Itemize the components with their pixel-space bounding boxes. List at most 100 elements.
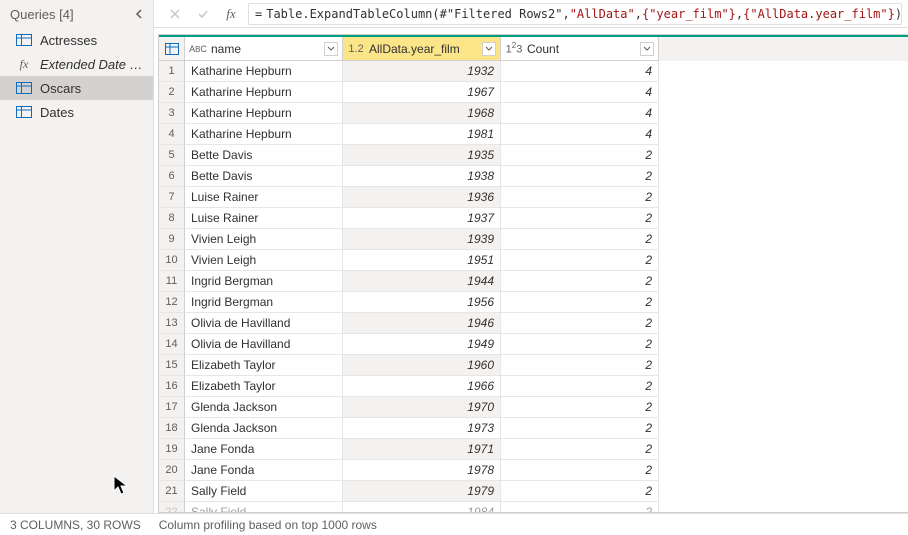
cell-year[interactable]: 1932	[343, 61, 501, 82]
cell-year[interactable]: 1951	[343, 250, 501, 271]
row-number[interactable]: 12	[159, 292, 185, 313]
cell-count[interactable]: 2	[501, 145, 659, 166]
cell-year[interactable]: 1984	[343, 502, 501, 513]
row-number[interactable]: 18	[159, 418, 185, 439]
select-all-corner[interactable]	[159, 37, 185, 61]
cell-name[interactable]: Bette Davis	[185, 145, 343, 166]
formula-cancel-button[interactable]	[164, 3, 186, 25]
formula-input[interactable]: = Table.ExpandTableColumn(#"Filtered Row…	[248, 3, 902, 25]
cell-count[interactable]: 4	[501, 103, 659, 124]
cell-year[interactable]: 1956	[343, 292, 501, 313]
cell-name[interactable]: Vivien Leigh	[185, 250, 343, 271]
cell-year[interactable]: 1978	[343, 460, 501, 481]
sidebar-collapse-button[interactable]	[131, 6, 147, 22]
cell-count[interactable]: 2	[501, 313, 659, 334]
cell-name[interactable]: Olivia de Havilland	[185, 334, 343, 355]
column-type-icon[interactable]: ABC	[189, 44, 207, 54]
cell-count[interactable]: 2	[501, 334, 659, 355]
table-row[interactable]: 7Luise Rainer19362	[159, 187, 908, 208]
row-number[interactable]: 15	[159, 355, 185, 376]
row-number[interactable]: 8	[159, 208, 185, 229]
row-number[interactable]: 2	[159, 82, 185, 103]
cell-name[interactable]: Ingrid Bergman	[185, 271, 343, 292]
cell-year[interactable]: 1938	[343, 166, 501, 187]
cell-name[interactable]: Ingrid Bergman	[185, 292, 343, 313]
row-number[interactable]: 1	[159, 61, 185, 82]
cell-year[interactable]: 1960	[343, 355, 501, 376]
cell-count[interactable]: 2	[501, 208, 659, 229]
table-row[interactable]: 18Glenda Jackson19732	[159, 418, 908, 439]
cell-count[interactable]: 2	[501, 271, 659, 292]
column-filter-button[interactable]	[640, 42, 654, 56]
cell-name[interactable]: Sally Field	[185, 502, 343, 513]
table-row[interactable]: 21Sally Field19792	[159, 481, 908, 502]
column-header-alldata-year-film[interactable]: 1.2AllData.year_film	[343, 37, 501, 61]
cell-year[interactable]: 1970	[343, 397, 501, 418]
cell-name[interactable]: Katharine Hepburn	[185, 124, 343, 145]
formula-commit-button[interactable]	[192, 3, 214, 25]
sidebar-item-dates[interactable]: Dates	[0, 100, 153, 124]
table-row[interactable]: 10Vivien Leigh19512	[159, 250, 908, 271]
table-row[interactable]: 13Olivia de Havilland19462	[159, 313, 908, 334]
cell-year[interactable]: 1979	[343, 481, 501, 502]
column-type-icon[interactable]: 1.2	[347, 43, 365, 55]
cell-name[interactable]: Bette Davis	[185, 166, 343, 187]
row-number[interactable]: 16	[159, 376, 185, 397]
table-row[interactable]: 9Vivien Leigh19392	[159, 229, 908, 250]
row-number[interactable]: 3	[159, 103, 185, 124]
cell-count[interactable]: 2	[501, 502, 659, 513]
table-row[interactable]: 8Luise Rainer19372	[159, 208, 908, 229]
row-number[interactable]: 13	[159, 313, 185, 334]
table-row[interactable]: 14Olivia de Havilland19492	[159, 334, 908, 355]
cell-count[interactable]: 4	[501, 82, 659, 103]
cell-year[interactable]: 1973	[343, 418, 501, 439]
row-number[interactable]: 14	[159, 334, 185, 355]
row-number[interactable]: 21	[159, 481, 185, 502]
table-row[interactable]: 16Elizabeth Taylor19662	[159, 376, 908, 397]
column-filter-button[interactable]	[482, 42, 496, 56]
cell-year[interactable]: 1949	[343, 334, 501, 355]
cell-year[interactable]: 1935	[343, 145, 501, 166]
cell-count[interactable]: 2	[501, 355, 659, 376]
cell-name[interactable]: Katharine Hepburn	[185, 103, 343, 124]
sidebar-item-extended-date-table[interactable]: fxExtended Date Table	[0, 52, 153, 76]
cell-year[interactable]: 1944	[343, 271, 501, 292]
table-row[interactable]: 2Katharine Hepburn19674	[159, 82, 908, 103]
fx-button[interactable]: fx	[220, 3, 242, 25]
cell-name[interactable]: Olivia de Havilland	[185, 313, 343, 334]
cell-count[interactable]: 2	[501, 292, 659, 313]
cell-name[interactable]: Elizabeth Taylor	[185, 376, 343, 397]
row-number[interactable]: 10	[159, 250, 185, 271]
cell-count[interactable]: 2	[501, 460, 659, 481]
column-type-icon[interactable]: 123	[505, 41, 523, 56]
row-number[interactable]: 20	[159, 460, 185, 481]
cell-year[interactable]: 1936	[343, 187, 501, 208]
row-number[interactable]: 6	[159, 166, 185, 187]
cell-year[interactable]: 1946	[343, 313, 501, 334]
row-number[interactable]: 7	[159, 187, 185, 208]
column-filter-button[interactable]	[324, 42, 338, 56]
row-number[interactable]: 11	[159, 271, 185, 292]
table-row[interactable]: 22Sally Field19842	[159, 502, 908, 513]
cell-count[interactable]: 2	[501, 187, 659, 208]
column-header-count[interactable]: 123Count	[501, 37, 659, 61]
row-number[interactable]: 9	[159, 229, 185, 250]
cell-name[interactable]: Katharine Hepburn	[185, 61, 343, 82]
table-row[interactable]: 19Jane Fonda19712	[159, 439, 908, 460]
cell-count[interactable]: 2	[501, 439, 659, 460]
cell-count[interactable]: 2	[501, 376, 659, 397]
cell-name[interactable]: Jane Fonda	[185, 439, 343, 460]
cell-name[interactable]: Luise Rainer	[185, 187, 343, 208]
table-row[interactable]: 6Bette Davis19382	[159, 166, 908, 187]
cell-count[interactable]: 2	[501, 481, 659, 502]
cell-year[interactable]: 1981	[343, 124, 501, 145]
cell-year[interactable]: 1937	[343, 208, 501, 229]
cell-name[interactable]: Glenda Jackson	[185, 397, 343, 418]
cell-year[interactable]: 1971	[343, 439, 501, 460]
table-row[interactable]: 17Glenda Jackson19702	[159, 397, 908, 418]
cell-count[interactable]: 4	[501, 124, 659, 145]
column-header-name[interactable]: ABCname	[185, 37, 343, 61]
table-row[interactable]: 11Ingrid Bergman19442	[159, 271, 908, 292]
cell-name[interactable]: Vivien Leigh	[185, 229, 343, 250]
row-number[interactable]: 4	[159, 124, 185, 145]
